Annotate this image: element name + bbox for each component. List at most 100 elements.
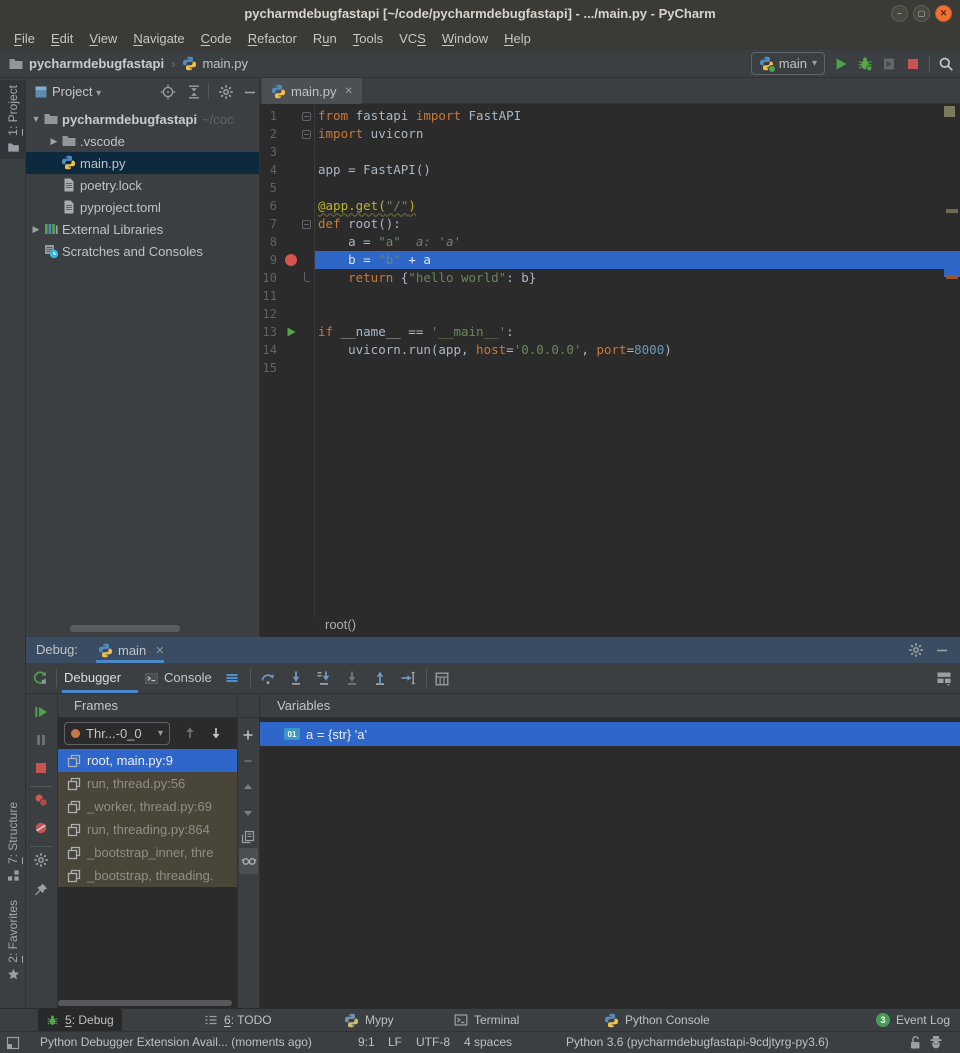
stripe-structure-button[interactable]: 7: Structure xyxy=(0,802,26,882)
menu-run[interactable]: Run xyxy=(305,31,345,46)
file-encoding[interactable]: UTF-8 xyxy=(416,1032,450,1053)
step-into-icon[interactable] xyxy=(288,670,304,686)
hide-panel-icon[interactable] xyxy=(242,84,258,100)
editor-tab-mainpy[interactable]: main.py ✕ xyxy=(262,78,362,104)
rerun-icon[interactable] xyxy=(32,670,48,686)
tree-item-main-py[interactable]: main.py xyxy=(26,152,259,174)
evaluate-expression-icon[interactable] xyxy=(434,671,450,687)
tree-item-poetry-lock[interactable]: poetry.lock xyxy=(26,174,259,196)
caret-position[interactable]: 9:1 xyxy=(358,1032,375,1053)
menu-window[interactable]: Window xyxy=(434,31,496,46)
mute-breakpoints-icon[interactable] xyxy=(33,820,49,836)
close-icon[interactable]: ✕ xyxy=(345,86,353,97)
tree-item-pycharmdebugfastapi[interactable]: ▼pycharmdebugfastapi~/coc xyxy=(26,108,259,130)
frame-run[interactable]: run, thread.py:56 xyxy=(58,772,237,795)
menu-view[interactable]: View xyxy=(81,31,125,46)
menu-vcs[interactable]: VCS xyxy=(391,31,434,46)
add-watch-icon[interactable] xyxy=(241,728,255,742)
frame-run[interactable]: run, threading.py:864 xyxy=(58,818,237,841)
view-breakpoints-icon[interactable] xyxy=(33,792,49,808)
frame--worker[interactable]: _worker, thread.py:69 xyxy=(58,795,237,818)
duplicate-watch-icon[interactable] xyxy=(241,830,255,844)
hector-icon[interactable] xyxy=(929,1035,943,1050)
code-editor[interactable]: 1from fastapi import FastAPI2import uvic… xyxy=(260,104,960,617)
fold-marker[interactable] xyxy=(304,272,310,282)
run-to-cursor-icon[interactable] xyxy=(400,670,416,686)
tab-console[interactable]: Console xyxy=(164,663,212,693)
gear-icon[interactable] xyxy=(33,852,49,868)
status-message[interactable]: Python Debugger Extension Avail... (mome… xyxy=(40,1032,312,1053)
line-separator[interactable]: LF xyxy=(388,1032,402,1053)
toolwindow-tab-5-debug[interactable]: 5: Debug xyxy=(38,1009,122,1031)
chevron-down-icon[interactable]: ▼ xyxy=(30,114,42,124)
run-button[interactable] xyxy=(833,56,849,72)
tree-item-external-libraries[interactable]: ▶External Libraries xyxy=(26,218,259,240)
event-log-button[interactable]: 3 Event Log xyxy=(876,1009,950,1031)
indent-style[interactable]: 4 spaces xyxy=(464,1032,512,1053)
layout-settings-icon[interactable] xyxy=(936,670,952,686)
resume-icon[interactable] xyxy=(33,704,49,720)
tree-item-pyproject-toml[interactable]: pyproject.toml xyxy=(26,196,259,218)
move-watch-up-icon[interactable] xyxy=(241,780,255,794)
hide-panel-icon[interactable] xyxy=(934,642,950,658)
chevron-right-icon[interactable]: ▶ xyxy=(30,224,42,235)
next-frame-icon[interactable] xyxy=(208,725,224,741)
menu-refactor[interactable]: Refactor xyxy=(240,31,305,46)
remove-watch-icon[interactable] xyxy=(241,754,255,768)
tab-debugger[interactable]: Debugger xyxy=(64,663,121,693)
close-button[interactable]: ✕ xyxy=(935,5,952,22)
variables-row[interactable]: 01a = {str} 'a' xyxy=(260,722,960,746)
collapse-all-icon[interactable] xyxy=(186,84,202,100)
project-horizontal-scrollbar[interactable] xyxy=(70,625,180,632)
fold-marker[interactable] xyxy=(302,220,311,229)
thread-selector[interactable]: Thr...-0_0 ▾ xyxy=(64,722,170,745)
debug-button[interactable] xyxy=(857,56,873,72)
gear-icon[interactable] xyxy=(218,84,234,100)
lock-icon[interactable] xyxy=(908,1035,922,1051)
gear-icon[interactable] xyxy=(908,642,924,658)
maximize-button[interactable]: ▢ xyxy=(913,5,930,22)
frame-root[interactable]: root, main.py:9 xyxy=(58,749,237,772)
breakpoint-icon[interactable] xyxy=(285,254,297,266)
move-watch-down-icon[interactable] xyxy=(241,806,255,820)
stop-button[interactable] xyxy=(905,56,921,72)
interpreter[interactable]: Python 3.6 (pycharmdebugfastapi-9cdjtyrg… xyxy=(566,1032,829,1053)
fold-marker[interactable] xyxy=(302,112,311,121)
menu-code[interactable]: Code xyxy=(193,31,240,46)
run-gutter-icon[interactable] xyxy=(285,326,297,338)
chevron-right-icon[interactable]: ▶ xyxy=(48,136,60,147)
toolwindow-tab-terminal[interactable]: Terminal xyxy=(446,1009,527,1031)
close-icon[interactable]: ✕ xyxy=(155,644,164,657)
menu-edit[interactable]: Edit xyxy=(43,31,81,46)
threads-view-icon[interactable] xyxy=(224,670,240,686)
breadcrumb-project[interactable]: pycharmdebugfastapi xyxy=(29,56,164,71)
tree-item-scratches-and-consoles[interactable]: Scratches and Consoles xyxy=(26,240,259,262)
locate-icon[interactable] xyxy=(160,84,176,100)
fold-marker[interactable] xyxy=(302,130,311,139)
project-panel-title[interactable]: Project ▾ xyxy=(52,78,101,107)
minimize-button[interactable]: − xyxy=(891,5,908,22)
pause-icon[interactable] xyxy=(33,732,49,748)
stop-icon[interactable] xyxy=(33,760,49,776)
pin-icon[interactable] xyxy=(33,882,49,898)
menu-navigate[interactable]: Navigate xyxy=(125,31,192,46)
toggle-toolwindows-icon[interactable] xyxy=(6,1036,20,1050)
toolwindow-tab-mypy[interactable]: Mypy xyxy=(336,1009,402,1031)
breadcrumb-file[interactable]: main.py xyxy=(202,56,248,71)
run-configuration-select[interactable]: main ▾ xyxy=(751,52,825,75)
search-everywhere-button[interactable] xyxy=(938,56,954,72)
menu-help[interactable]: Help xyxy=(496,31,539,46)
stripe-project-button[interactable]: 1: Project xyxy=(0,80,26,159)
step-into-my-code-icon[interactable] xyxy=(316,670,332,686)
frame--bootstrap-inner[interactable]: _bootstrap_inner, thre xyxy=(58,841,237,864)
step-out-icon[interactable] xyxy=(372,670,388,686)
force-step-into-icon[interactable] xyxy=(344,670,360,686)
frame--bootstrap[interactable]: _bootstrap, threading. xyxy=(58,864,237,887)
toolwindow-tab-6-todo[interactable]: 6: TODO xyxy=(196,1009,280,1031)
previous-frame-icon[interactable] xyxy=(182,725,198,741)
stripe-favorites-button[interactable]: 2: Favorites xyxy=(0,900,26,981)
menu-file[interactable]: File xyxy=(6,31,43,46)
step-over-icon[interactable] xyxy=(260,670,276,686)
menu-tools[interactable]: Tools xyxy=(345,31,391,46)
tree-item--vscode[interactable]: ▶.vscode xyxy=(26,130,259,152)
